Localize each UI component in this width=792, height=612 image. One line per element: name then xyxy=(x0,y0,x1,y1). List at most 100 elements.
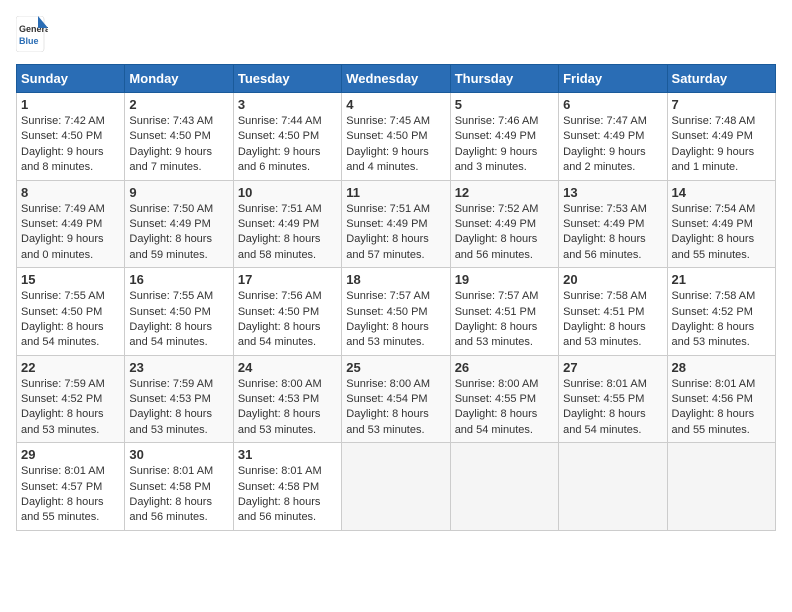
day-info: Sunrise: 7:55 AM Sunset: 4:50 PM Dayligh… xyxy=(129,289,228,351)
day-info: Sunrise: 7:58 AM Sunset: 4:51 PM Dayligh… xyxy=(563,289,662,351)
day-number: 28 xyxy=(672,360,771,375)
day-number: 31 xyxy=(238,447,337,462)
calendar-cell: 21 Sunrise: 7:58 AM Sunset: 4:52 PM Dayl… xyxy=(667,268,775,356)
calendar-cell: 22 Sunrise: 7:59 AM Sunset: 4:52 PM Dayl… xyxy=(17,355,125,443)
day-info: Sunrise: 7:48 AM Sunset: 4:49 PM Dayligh… xyxy=(672,114,771,176)
calendar-cell: 19 Sunrise: 7:57 AM Sunset: 4:51 PM Dayl… xyxy=(450,268,558,356)
day-number: 3 xyxy=(238,97,337,112)
calendar-cell: 20 Sunrise: 7:58 AM Sunset: 4:51 PM Dayl… xyxy=(559,268,667,356)
day-number: 25 xyxy=(346,360,445,375)
day-number: 30 xyxy=(129,447,228,462)
day-info: Sunrise: 8:01 AM Sunset: 4:55 PM Dayligh… xyxy=(563,377,662,439)
calendar-week-row: 15 Sunrise: 7:55 AM Sunset: 4:50 PM Dayl… xyxy=(17,268,776,356)
svg-text:Blue: Blue xyxy=(19,36,39,46)
calendar-cell: 8 Sunrise: 7:49 AM Sunset: 4:49 PM Dayli… xyxy=(17,180,125,268)
calendar-cell: 27 Sunrise: 8:01 AM Sunset: 4:55 PM Dayl… xyxy=(559,355,667,443)
calendar-cell: 24 Sunrise: 8:00 AM Sunset: 4:53 PM Dayl… xyxy=(233,355,341,443)
calendar-cell: 18 Sunrise: 7:57 AM Sunset: 4:50 PM Dayl… xyxy=(342,268,450,356)
calendar-cell: 12 Sunrise: 7:52 AM Sunset: 4:49 PM Dayl… xyxy=(450,180,558,268)
calendar-cell: 4 Sunrise: 7:45 AM Sunset: 4:50 PM Dayli… xyxy=(342,93,450,181)
day-info: Sunrise: 7:51 AM Sunset: 4:49 PM Dayligh… xyxy=(238,202,337,264)
day-info: Sunrise: 7:43 AM Sunset: 4:50 PM Dayligh… xyxy=(129,114,228,176)
day-info: Sunrise: 7:56 AM Sunset: 4:50 PM Dayligh… xyxy=(238,289,337,351)
weekday-header: Tuesday xyxy=(233,65,341,93)
calendar-week-row: 22 Sunrise: 7:59 AM Sunset: 4:52 PM Dayl… xyxy=(17,355,776,443)
calendar-cell: 16 Sunrise: 7:55 AM Sunset: 4:50 PM Dayl… xyxy=(125,268,233,356)
day-number: 11 xyxy=(346,185,445,200)
calendar-table: SundayMondayTuesdayWednesdayThursdayFrid… xyxy=(16,64,776,531)
day-number: 10 xyxy=(238,185,337,200)
weekday-header: Friday xyxy=(559,65,667,93)
header-row: SundayMondayTuesdayWednesdayThursdayFrid… xyxy=(17,65,776,93)
day-number: 9 xyxy=(129,185,228,200)
calendar-cell: 2 Sunrise: 7:43 AM Sunset: 4:50 PM Dayli… xyxy=(125,93,233,181)
calendar-cell xyxy=(450,443,558,531)
calendar-cell: 28 Sunrise: 8:01 AM Sunset: 4:56 PM Dayl… xyxy=(667,355,775,443)
calendar-cell: 17 Sunrise: 7:56 AM Sunset: 4:50 PM Dayl… xyxy=(233,268,341,356)
day-number: 1 xyxy=(21,97,120,112)
calendar-cell: 1 Sunrise: 7:42 AM Sunset: 4:50 PM Dayli… xyxy=(17,93,125,181)
day-number: 26 xyxy=(455,360,554,375)
day-number: 29 xyxy=(21,447,120,462)
day-number: 2 xyxy=(129,97,228,112)
calendar-cell: 11 Sunrise: 7:51 AM Sunset: 4:49 PM Dayl… xyxy=(342,180,450,268)
calendar-cell: 30 Sunrise: 8:01 AM Sunset: 4:58 PM Dayl… xyxy=(125,443,233,531)
day-number: 5 xyxy=(455,97,554,112)
day-info: Sunrise: 7:59 AM Sunset: 4:53 PM Dayligh… xyxy=(129,377,228,439)
calendar-week-row: 1 Sunrise: 7:42 AM Sunset: 4:50 PM Dayli… xyxy=(17,93,776,181)
calendar-cell: 15 Sunrise: 7:55 AM Sunset: 4:50 PM Dayl… xyxy=(17,268,125,356)
calendar-cell: 31 Sunrise: 8:01 AM Sunset: 4:58 PM Dayl… xyxy=(233,443,341,531)
day-number: 21 xyxy=(672,272,771,287)
day-number: 24 xyxy=(238,360,337,375)
day-number: 23 xyxy=(129,360,228,375)
day-info: Sunrise: 7:50 AM Sunset: 4:49 PM Dayligh… xyxy=(129,202,228,264)
day-info: Sunrise: 8:01 AM Sunset: 4:56 PM Dayligh… xyxy=(672,377,771,439)
weekday-header: Saturday xyxy=(667,65,775,93)
day-info: Sunrise: 7:42 AM Sunset: 4:50 PM Dayligh… xyxy=(21,114,120,176)
calendar-cell xyxy=(667,443,775,531)
calendar-cell: 26 Sunrise: 8:00 AM Sunset: 4:55 PM Dayl… xyxy=(450,355,558,443)
day-number: 14 xyxy=(672,185,771,200)
calendar-cell: 10 Sunrise: 7:51 AM Sunset: 4:49 PM Dayl… xyxy=(233,180,341,268)
day-info: Sunrise: 8:01 AM Sunset: 4:58 PM Dayligh… xyxy=(129,464,228,526)
calendar-week-row: 29 Sunrise: 8:01 AM Sunset: 4:57 PM Dayl… xyxy=(17,443,776,531)
calendar-cell: 5 Sunrise: 7:46 AM Sunset: 4:49 PM Dayli… xyxy=(450,93,558,181)
day-info: Sunrise: 7:46 AM Sunset: 4:49 PM Dayligh… xyxy=(455,114,554,176)
day-number: 6 xyxy=(563,97,662,112)
day-number: 20 xyxy=(563,272,662,287)
day-info: Sunrise: 7:58 AM Sunset: 4:52 PM Dayligh… xyxy=(672,289,771,351)
day-number: 22 xyxy=(21,360,120,375)
calendar-cell: 14 Sunrise: 7:54 AM Sunset: 4:49 PM Dayl… xyxy=(667,180,775,268)
day-info: Sunrise: 7:47 AM Sunset: 4:49 PM Dayligh… xyxy=(563,114,662,176)
day-number: 15 xyxy=(21,272,120,287)
calendar-cell: 9 Sunrise: 7:50 AM Sunset: 4:49 PM Dayli… xyxy=(125,180,233,268)
day-number: 19 xyxy=(455,272,554,287)
day-info: Sunrise: 8:01 AM Sunset: 4:57 PM Dayligh… xyxy=(21,464,120,526)
day-number: 4 xyxy=(346,97,445,112)
day-info: Sunrise: 7:49 AM Sunset: 4:49 PM Dayligh… xyxy=(21,202,120,264)
day-info: Sunrise: 7:55 AM Sunset: 4:50 PM Dayligh… xyxy=(21,289,120,351)
day-info: Sunrise: 8:00 AM Sunset: 4:54 PM Dayligh… xyxy=(346,377,445,439)
day-info: Sunrise: 7:52 AM Sunset: 4:49 PM Dayligh… xyxy=(455,202,554,264)
calendar-week-row: 8 Sunrise: 7:49 AM Sunset: 4:49 PM Dayli… xyxy=(17,180,776,268)
day-number: 13 xyxy=(563,185,662,200)
day-info: Sunrise: 7:45 AM Sunset: 4:50 PM Dayligh… xyxy=(346,114,445,176)
calendar-cell: 25 Sunrise: 8:00 AM Sunset: 4:54 PM Dayl… xyxy=(342,355,450,443)
header: General Blue xyxy=(16,16,776,52)
calendar-cell: 7 Sunrise: 7:48 AM Sunset: 4:49 PM Dayli… xyxy=(667,93,775,181)
calendar-cell: 29 Sunrise: 8:01 AM Sunset: 4:57 PM Dayl… xyxy=(17,443,125,531)
day-number: 17 xyxy=(238,272,337,287)
day-info: Sunrise: 8:00 AM Sunset: 4:53 PM Dayligh… xyxy=(238,377,337,439)
day-info: Sunrise: 7:51 AM Sunset: 4:49 PM Dayligh… xyxy=(346,202,445,264)
day-info: Sunrise: 7:59 AM Sunset: 4:52 PM Dayligh… xyxy=(21,377,120,439)
calendar-cell: 6 Sunrise: 7:47 AM Sunset: 4:49 PM Dayli… xyxy=(559,93,667,181)
calendar-cell: 3 Sunrise: 7:44 AM Sunset: 4:50 PM Dayli… xyxy=(233,93,341,181)
day-info: Sunrise: 7:57 AM Sunset: 4:51 PM Dayligh… xyxy=(455,289,554,351)
day-info: Sunrise: 8:01 AM Sunset: 4:58 PM Dayligh… xyxy=(238,464,337,526)
day-number: 8 xyxy=(21,185,120,200)
weekday-header: Monday xyxy=(125,65,233,93)
weekday-header: Sunday xyxy=(17,65,125,93)
day-number: 7 xyxy=(672,97,771,112)
day-number: 18 xyxy=(346,272,445,287)
calendar-cell xyxy=(559,443,667,531)
